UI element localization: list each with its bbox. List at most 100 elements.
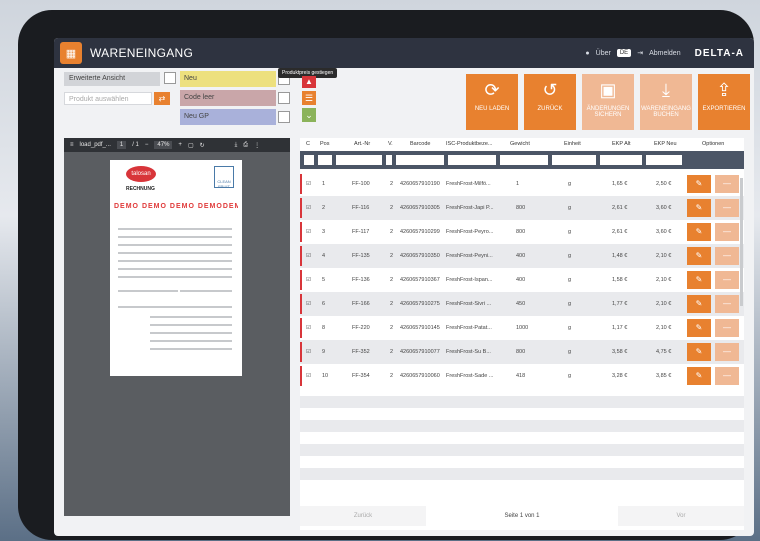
cell-name: FreshFrost-Sade ...	[446, 373, 494, 379]
back-button[interactable]: ↺ ZURÜCK	[524, 74, 576, 130]
extended-view-toggle[interactable]: Erweiterte Ansicht	[64, 72, 160, 86]
row-checkbox[interactable]: ☑	[306, 205, 311, 211]
edit-icon[interactable]: ✎	[687, 319, 711, 337]
info-icon[interactable]: ●	[585, 50, 589, 57]
col-einheit[interactable]: Einheit	[564, 141, 581, 147]
fit-page-icon[interactable]: ▢	[188, 142, 194, 149]
row-checkbox[interactable]: ☑	[306, 253, 311, 259]
pdf-menu-icon[interactable]: ≡	[70, 142, 74, 148]
remove-icon[interactable]: —	[715, 223, 739, 241]
edit-icon[interactable]: ✎	[687, 199, 711, 217]
col-ekp-alt[interactable]: EKP Alt	[612, 141, 631, 147]
remove-icon[interactable]: —	[715, 247, 739, 265]
row-checkbox[interactable]: ☑	[306, 181, 311, 187]
prev-page-button[interactable]: Zurück	[300, 506, 426, 526]
edit-icon[interactable]: ✎	[687, 367, 711, 385]
col-artnr[interactable]: Art.-Nr	[354, 141, 370, 147]
col-c[interactable]: C	[306, 141, 310, 147]
remove-icon[interactable]: —	[715, 175, 739, 193]
extended-view-checkbox[interactable]	[164, 72, 176, 84]
col-barcode[interactable]: Barcode	[410, 141, 431, 147]
cell-v: 2	[390, 253, 394, 259]
row-checkbox[interactable]: ☑	[306, 301, 311, 307]
col-name[interactable]: ISC-Produktbeze...	[446, 141, 492, 147]
filter-input[interactable]	[500, 155, 548, 165]
zoom-in-icon[interactable]: +	[178, 142, 182, 148]
filter-input[interactable]	[600, 155, 642, 165]
col-v[interactable]: V.	[388, 141, 393, 147]
language-select[interactable]: DE	[616, 49, 632, 57]
product-select[interactable]: Produkt auswählen	[64, 92, 152, 105]
col-gewicht[interactable]: Gewicht	[510, 141, 530, 147]
filter-neu-gp-checkbox[interactable]	[278, 111, 290, 123]
table-row[interactable]: ☑ 1 FF-100 2 4260657910190 FreshFrost-Milfö..…	[300, 172, 744, 196]
row-checkbox[interactable]: ☑	[306, 325, 311, 331]
cell-neu: 2,10 €	[656, 325, 672, 331]
remove-icon[interactable]: —	[715, 343, 739, 361]
filter-input[interactable]	[304, 155, 314, 165]
info-link[interactable]: Über	[596, 50, 611, 57]
save-button[interactable]: ▣ ÄNDERUNGEN SICHERN	[582, 74, 634, 130]
edit-icon[interactable]: ✎	[687, 247, 711, 265]
table-row[interactable]: ☑ 9 FF-352 2 4260657910077 FreshFrost-Su B...…	[300, 340, 744, 364]
pdf-download-icon[interactable]: ⤓	[235, 142, 238, 149]
pdf-page-input[interactable]: 1	[116, 141, 127, 149]
remove-icon[interactable]: —	[715, 319, 739, 337]
filter-input[interactable]	[448, 155, 496, 165]
edit-icon[interactable]: ✎	[687, 295, 711, 313]
book-button[interactable]: ⤓ WARENEINGANG BUCHEN	[640, 74, 692, 130]
apps-grid-icon[interactable]: ▦	[60, 42, 82, 64]
table-row[interactable]: ☑ 3 FF-117 2 4260657910299 FreshFrost-Peyro..…	[300, 220, 744, 244]
row-checkbox[interactable]: ☑	[306, 229, 311, 235]
filter-input[interactable]	[396, 155, 444, 165]
edit-icon[interactable]: ✎	[687, 343, 711, 361]
table-row[interactable]: ☑ 8 FF-220 2 4260657910145 FreshFrost-Patat..…	[300, 316, 744, 340]
cleanfruit-logo: CLEAN FRUIT	[214, 166, 234, 189]
pdf-zoom[interactable]: 47%	[154, 141, 173, 149]
col-pos[interactable]: Pos	[320, 141, 329, 147]
row-checkbox[interactable]: ☑	[306, 277, 311, 283]
cell-neu: 3,85 €	[656, 373, 672, 379]
zoom-out-icon[interactable]: −	[145, 142, 149, 148]
swap-icon[interactable]: ⇄	[154, 92, 170, 105]
row-checkbox[interactable]: ☑	[306, 349, 311, 355]
reload-button[interactable]: ⟳ NEU LADEN	[466, 74, 518, 130]
remove-icon[interactable]: —	[715, 271, 739, 289]
menu-icon[interactable]: ☰	[302, 91, 316, 105]
cell-gewicht: 400	[516, 253, 526, 259]
cell-gewicht: 800	[516, 349, 526, 355]
row-checkbox[interactable]: ☑	[306, 373, 311, 379]
remove-icon[interactable]: —	[715, 199, 739, 217]
table-row[interactable]: ☑ 5 FF-136 2 4260657910367 FreshFrost-Ispan..…	[300, 268, 744, 292]
cell-alt: 1,58 €	[612, 277, 628, 283]
logout-link[interactable]: Abmelden	[649, 50, 681, 57]
edit-icon[interactable]: ✎	[687, 175, 711, 193]
rotate-icon[interactable]: ↻	[200, 142, 205, 149]
filter-input[interactable]	[552, 155, 596, 165]
table-row[interactable]: ☑ 4 FF-135 2 4260657910350 FreshFrost-Peyni..…	[300, 244, 744, 268]
logout-icon[interactable]: ⇥	[637, 49, 643, 57]
table-row[interactable]: ☑ 6 FF-166 2 4260657910275 FreshFrost-Sivri .…	[300, 292, 744, 316]
export-button[interactable]: ⇪ EXPORTIEREN	[698, 74, 750, 130]
edit-icon[interactable]: ✎	[687, 271, 711, 289]
col-ekp-neu[interactable]: EKP Neu	[654, 141, 677, 147]
table-scrollbar[interactable]	[740, 178, 743, 306]
table-row[interactable]: ☑ 10 FF-354 2 4260657910060 FreshFrost-Sade .…	[300, 364, 744, 388]
filter-input[interactable]	[386, 155, 392, 165]
next-page-button[interactable]: Vor	[618, 506, 744, 526]
filter-code-leer-checkbox[interactable]	[278, 92, 290, 104]
pdf-viewer[interactable]: ≡ load_pdf_... 1 / 1 − 47% + ▢ ↻ ⤓ ⎙ ⋮ t…	[64, 138, 290, 516]
remove-icon[interactable]: —	[715, 295, 739, 313]
edit-icon[interactable]: ✎	[687, 223, 711, 241]
remove-icon[interactable]: —	[715, 367, 739, 385]
print-icon[interactable]: ⎙	[243, 142, 248, 149]
table-row[interactable]: ☑ 2 FF-116 2 4260657910305 FreshFrost-Japi P.…	[300, 196, 744, 220]
filter-input[interactable]	[646, 155, 682, 165]
filter-input[interactable]	[336, 155, 382, 165]
demo-watermark: DEMO DEMO DEMO DEMODEMO	[114, 203, 238, 210]
filter-input[interactable]	[318, 155, 332, 165]
price-up-icon[interactable]: ▲	[302, 76, 316, 88]
chevron-down-icon[interactable]: ⌄	[302, 108, 316, 122]
cell-barcode: 4260657910190	[400, 181, 440, 187]
more-icon[interactable]: ⋮	[254, 142, 260, 149]
